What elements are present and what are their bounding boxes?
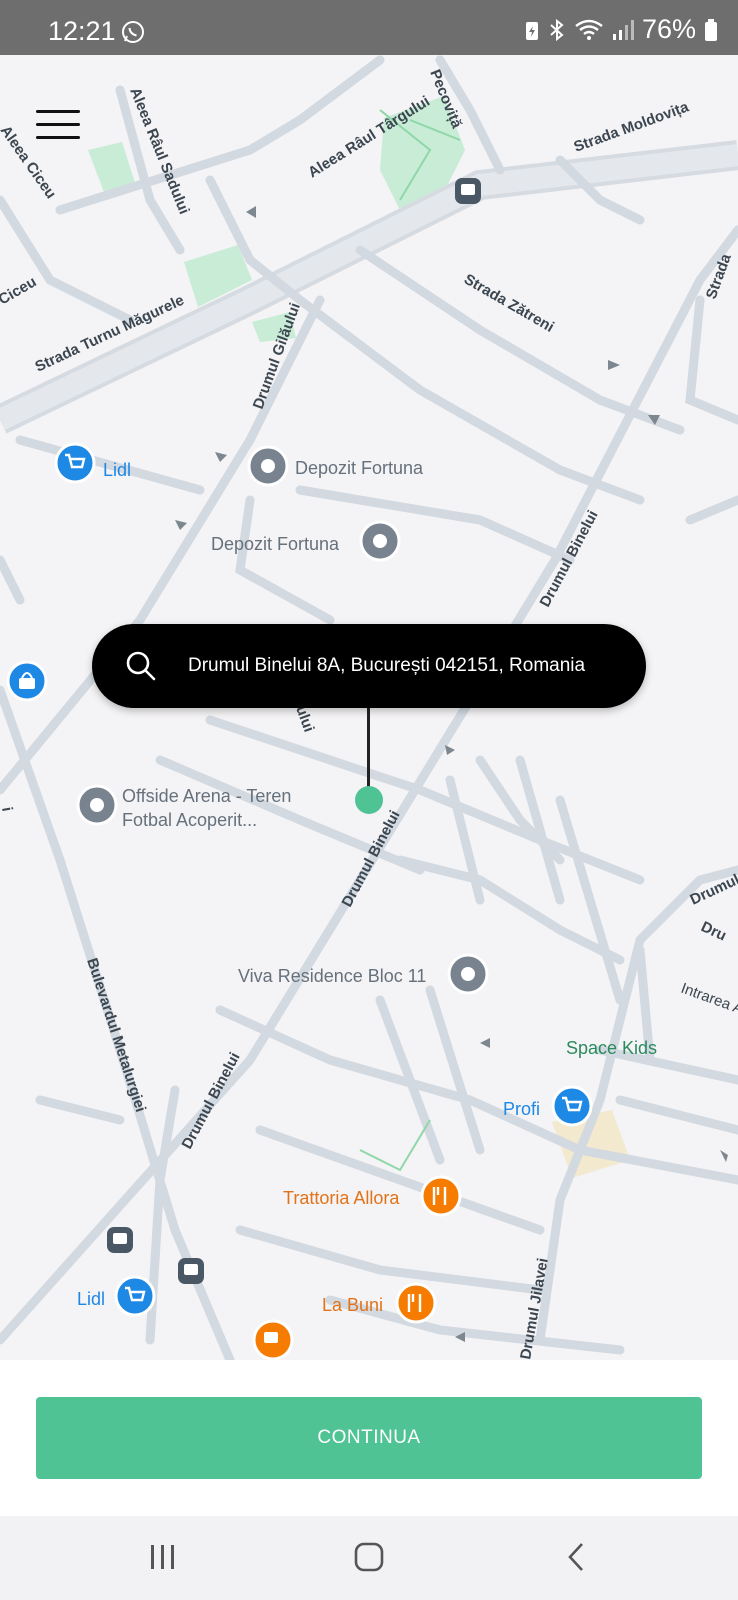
system-nav-bar xyxy=(0,1516,738,1600)
address-search-bar[interactable]: Drumul Binelui 8A, București 042151, Rom… xyxy=(92,624,646,708)
battery-percent: 76% xyxy=(641,14,696,44)
bus-stop-icon xyxy=(178,1258,204,1284)
selected-address: Drumul Binelui 8A, București 042151, Rom… xyxy=(188,655,586,676)
street-label: Bulevardul Metalurgiei xyxy=(83,956,149,1114)
street-label: i xyxy=(0,806,16,813)
poi-label: Depozit Fortuna xyxy=(211,534,340,554)
trattoria-marker: Trattoria Allora xyxy=(283,1175,462,1217)
back-icon[interactable] xyxy=(562,1542,592,1572)
menu-button[interactable] xyxy=(36,110,80,140)
continue-button[interactable]: CONTINUA xyxy=(36,1397,702,1479)
lidl-marker: Lidl xyxy=(54,442,131,484)
poi-label: Viva Residence Bloc 11 xyxy=(238,966,426,986)
bus-stop-icon xyxy=(107,1227,133,1253)
street-label: Drumul Binelui xyxy=(179,1050,244,1152)
poi-label: La Buni xyxy=(322,1295,383,1315)
menu-icon xyxy=(36,110,80,113)
shopping-bag-marker xyxy=(6,660,48,702)
signal-icon xyxy=(612,19,634,40)
recent-apps-icon[interactable] xyxy=(148,1542,178,1572)
poi-label: Depozit Fortuna xyxy=(295,458,424,478)
poi-label: Space Kids xyxy=(566,1038,657,1058)
home-icon[interactable] xyxy=(354,1542,384,1572)
poi-label: Lidl xyxy=(103,460,131,480)
street-label: Dru xyxy=(698,918,729,944)
bus-stop-icon xyxy=(455,178,481,204)
bluetooth-icon xyxy=(550,18,564,41)
wifi-icon xyxy=(575,19,603,40)
poi-label: Trattoria Allora xyxy=(283,1188,400,1208)
street-label: Strada Moldovița xyxy=(572,98,692,156)
location-pin-icon[interactable] xyxy=(355,786,383,814)
status-icons: 76% xyxy=(524,14,718,45)
status-bar: 12:21 76% xyxy=(0,0,738,55)
whatsapp-icon xyxy=(122,21,144,43)
poi-label: Offside Arena - Teren xyxy=(122,786,291,806)
depozit-marker: Depozit Fortuna xyxy=(247,445,424,487)
battery-saver-icon xyxy=(525,21,538,40)
street-label: Drumul Binelui xyxy=(537,508,602,610)
battery-icon xyxy=(705,18,717,41)
poi-label: Lidl xyxy=(77,1289,105,1309)
street-label: Ciceu xyxy=(0,273,39,308)
menu-icon xyxy=(36,136,80,139)
search-icon xyxy=(126,651,156,681)
lidl-marker: Lidl xyxy=(77,1275,156,1317)
location-pin-stem xyxy=(367,707,370,787)
menu-icon xyxy=(36,123,80,126)
bottom-panel: CONTINUA xyxy=(0,1360,738,1516)
cafe-marker xyxy=(252,1319,294,1360)
offside-arena-marker: Offside Arena - Teren Fotbal Acoperit... xyxy=(76,784,291,830)
viva-residence-marker: Viva Residence Bloc 11 xyxy=(238,953,489,995)
clock: 12:21 xyxy=(48,16,116,46)
street-label: Intrarea A xyxy=(679,980,738,1018)
poi-label: Fotbal Acoperit... xyxy=(122,810,257,830)
street-label: ului xyxy=(292,704,317,735)
poi-label: Profi xyxy=(503,1099,540,1119)
